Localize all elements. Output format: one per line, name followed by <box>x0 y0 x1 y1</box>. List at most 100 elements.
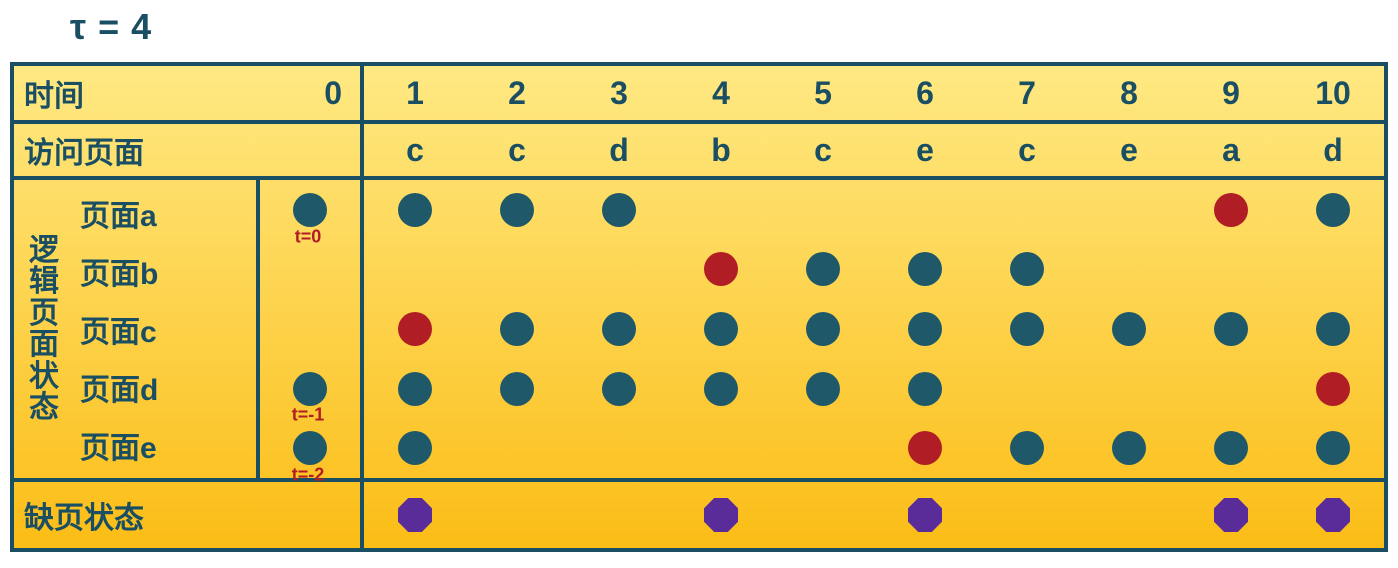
logic-header-cell: 逻辑页面状态 页面a页面b页面c页面d页面e t=0t=-1t=-2 <box>14 180 364 478</box>
access-columns: ccdbcecead <box>364 124 1384 176</box>
state-dot <box>500 193 534 227</box>
state-dot <box>704 312 738 346</box>
fault-columns <box>364 482 1384 548</box>
logic-col <box>1282 180 1384 478</box>
time-col: 2 <box>466 66 568 120</box>
row-fault: 缺页状态 <box>14 482 1384 548</box>
time-header-cell: 时间 0 <box>14 66 364 120</box>
state-dot <box>602 193 636 227</box>
state-dot <box>1316 431 1350 465</box>
access-header-cell: 访问页面 <box>14 124 364 176</box>
tau-title: τ = 4 <box>70 6 152 48</box>
access-label: 访问页面 <box>24 128 144 172</box>
logic-title-char: 逻 <box>29 235 59 267</box>
state-dot <box>1316 312 1350 346</box>
logic-col <box>976 180 1078 478</box>
time-mark: t=0 <box>295 226 322 247</box>
page-fault-icon <box>1316 498 1350 532</box>
time-zero: 0 <box>324 75 342 112</box>
access-col: b <box>670 124 772 176</box>
logic-columns <box>364 180 1384 478</box>
fault-col <box>1282 482 1384 548</box>
access-col: e <box>874 124 976 176</box>
state-dot <box>500 372 534 406</box>
fault-col <box>466 482 568 548</box>
access-col: a <box>1180 124 1282 176</box>
state-dot <box>1112 312 1146 346</box>
row-logic: 逻辑页面状态 页面a页面b页面c页面d页面e t=0t=-1t=-2 <box>14 180 1384 482</box>
logic-page-label: 页面d <box>74 359 256 415</box>
state-dot <box>293 193 327 227</box>
fault-col <box>772 482 874 548</box>
state-dot <box>806 252 840 286</box>
logic-col <box>466 180 568 478</box>
state-dot <box>1010 312 1044 346</box>
logic-title-char: 辑 <box>29 266 59 298</box>
fault-col <box>1180 482 1282 548</box>
time-col: 5 <box>772 66 874 120</box>
logic-page-label: 页面e <box>74 417 256 473</box>
logic-col <box>568 180 670 478</box>
page-fault-icon <box>1214 498 1248 532</box>
state-dot <box>908 252 942 286</box>
fault-col <box>976 482 1078 548</box>
logic-page-label: 页面b <box>74 243 256 299</box>
access-col: d <box>1282 124 1384 176</box>
access-col: c <box>772 124 874 176</box>
state-dot <box>1316 193 1350 227</box>
state-dot <box>1010 431 1044 465</box>
page-fault-icon <box>704 498 738 532</box>
access-col: d <box>568 124 670 176</box>
fault-col <box>874 482 976 548</box>
logic-col <box>772 180 874 478</box>
logic-col <box>874 180 976 478</box>
state-dot <box>908 372 942 406</box>
fault-label: 缺页状态 <box>24 493 144 537</box>
time-col: 9 <box>1180 66 1282 120</box>
time-col: 1 <box>364 66 466 120</box>
time-col: 6 <box>874 66 976 120</box>
state-dot <box>500 312 534 346</box>
state-dot <box>398 372 432 406</box>
fault-col <box>1078 482 1180 548</box>
state-dot <box>1214 312 1248 346</box>
logic-initial-column: t=0t=-1t=-2 <box>256 180 360 478</box>
access-col: c <box>976 124 1078 176</box>
row-access: 访问页面 ccdbcecead <box>14 124 1384 180</box>
state-dot <box>908 312 942 346</box>
state-dot <box>806 372 840 406</box>
state-dot <box>704 372 738 406</box>
fault-col <box>364 482 466 548</box>
logic-title-char: 面 <box>29 329 59 361</box>
time-mark: t=-1 <box>292 405 325 426</box>
state-dot-fault <box>1316 372 1350 406</box>
logic-col <box>1180 180 1282 478</box>
state-dot <box>293 372 327 406</box>
page-fault-icon <box>908 498 942 532</box>
diagram-canvas: τ = 4 时间 0 12345678910 访问页面 ccdbcecead 逻… <box>0 0 1398 568</box>
table: 时间 0 12345678910 访问页面 ccdbcecead 逻辑页面状态 … <box>10 62 1388 552</box>
logic-col <box>364 180 466 478</box>
time-col: 4 <box>670 66 772 120</box>
logic-page-label: 页面a <box>74 185 256 241</box>
time-col: 8 <box>1078 66 1180 120</box>
tau-text: τ = 4 <box>70 6 152 47</box>
logic-title-char: 态 <box>29 392 59 424</box>
state-dot <box>806 312 840 346</box>
state-dot <box>293 431 327 465</box>
state-dot <box>602 372 636 406</box>
row-time: 时间 0 12345678910 <box>14 66 1384 124</box>
logic-title-char: 状 <box>29 361 59 393</box>
fault-col <box>568 482 670 548</box>
time-col: 3 <box>568 66 670 120</box>
access-col: c <box>466 124 568 176</box>
access-col: c <box>364 124 466 176</box>
state-dot <box>1112 431 1146 465</box>
state-dot <box>398 193 432 227</box>
state-dot <box>602 312 636 346</box>
state-dot <box>1214 431 1248 465</box>
time-col: 7 <box>976 66 1078 120</box>
logic-title: 逻辑页面状态 <box>14 180 74 478</box>
time-mark: t=-2 <box>292 465 325 486</box>
logic-title-char: 页 <box>29 298 59 330</box>
